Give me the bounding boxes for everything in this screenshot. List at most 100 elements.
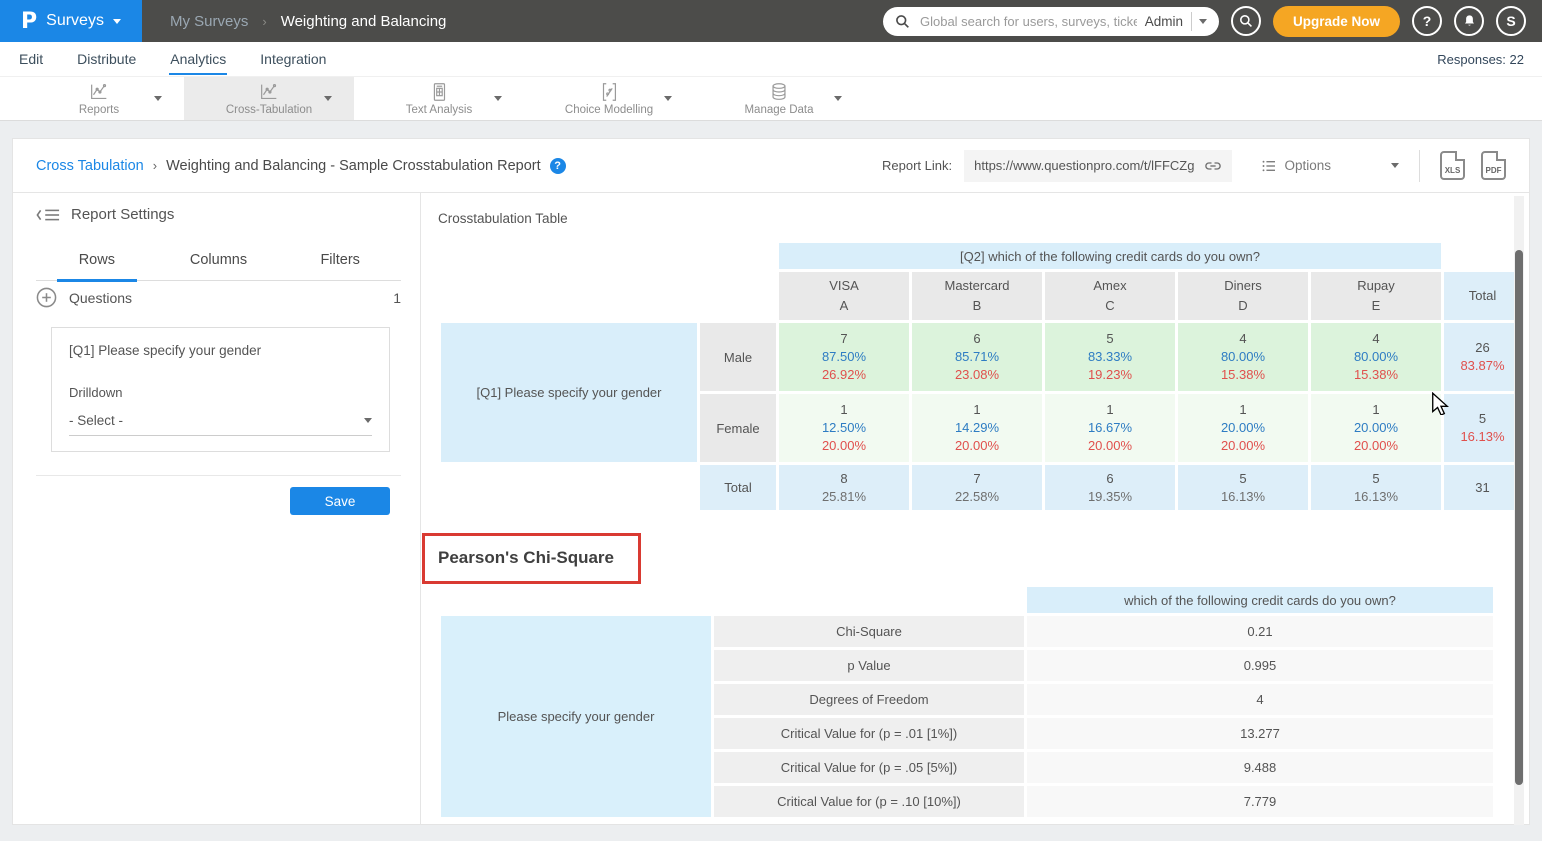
options-menu[interactable]: Options — [1262, 158, 1399, 173]
crosstab-column-header: AmexC — [1045, 272, 1175, 320]
crosstab-cell: 116.67%20.00% — [1045, 394, 1175, 462]
app-logo[interactable]: P Surveys — [0, 0, 142, 42]
cell-percent: 16.13% — [1179, 489, 1307, 504]
cell-row-percent: 20.00% — [1179, 438, 1307, 453]
breadcrumb-separator: › — [262, 14, 266, 29]
nav-item-analytics[interactable]: Analytics — [169, 44, 227, 75]
chi-square-stat-label: Critical Value for (p = .01 [1%]) — [714, 718, 1024, 749]
divider — [1419, 150, 1420, 182]
chi-square-stat-label: Chi-Square — [714, 616, 1024, 647]
help-button[interactable]: ? — [1412, 6, 1442, 36]
cell-count: 5 — [1445, 411, 1520, 426]
cell-percent: 19.35% — [1046, 489, 1174, 504]
line-chart-icon — [87, 81, 111, 103]
questions-label[interactable]: Questions — [69, 290, 132, 306]
chi-square-stat-value: 0.21 — [1027, 616, 1493, 647]
line-chart-icon — [257, 81, 281, 103]
cell-column-percent: 14.29% — [913, 420, 1041, 435]
breadcrumb-my-surveys[interactable]: My Surveys — [170, 13, 248, 30]
crosstab-total-cell: 5 16.13% — [1178, 465, 1308, 510]
nav-item-integration[interactable]: Integration — [259, 44, 327, 75]
notifications-button[interactable] — [1454, 6, 1484, 36]
cell-column-percent: 12.50% — [780, 420, 908, 435]
tab-columns[interactable]: Columns — [158, 242, 280, 280]
export-pdf-button[interactable]: PDF — [1481, 151, 1506, 180]
report-url: https://www.questionpro.com/t/lFFCZg — [974, 158, 1194, 173]
annotation-highlight-box: Pearson's Chi-Square — [422, 533, 641, 584]
chevron-down-icon[interactable] — [664, 96, 672, 101]
cell-count: 1 — [913, 402, 1041, 417]
cell-row-percent: 20.00% — [913, 438, 1041, 453]
help-icon[interactable]: ? — [550, 158, 566, 174]
column-code: C — [1046, 296, 1174, 316]
tab-manage-data[interactable]: Manage Data — [694, 77, 864, 120]
chevron-down-icon[interactable] — [154, 96, 162, 101]
nav-item-distribute[interactable]: Distribute — [76, 44, 137, 75]
cell-count: 7 — [913, 471, 1041, 486]
database-icon — [767, 81, 791, 103]
divider — [36, 475, 401, 476]
document-grid-icon — [427, 81, 451, 103]
crosstab-column-header: DinersD — [1178, 272, 1308, 320]
chevron-down-icon[interactable] — [494, 96, 502, 101]
cell-column-percent: 80.00% — [1179, 349, 1307, 364]
upgrade-now-button[interactable]: Upgrade Now — [1273, 6, 1400, 37]
cell-count: 5 — [1179, 471, 1307, 486]
column-name: Diners — [1179, 276, 1307, 296]
search-button[interactable] — [1231, 6, 1261, 36]
questions-section: Questions 1 — [36, 287, 401, 308]
app-root: { "topbar": { "logo": "P", "product": "S… — [0, 0, 1542, 841]
spacer-cell — [441, 465, 697, 510]
account-button[interactable]: S — [1496, 6, 1526, 36]
cell-row-percent: 20.00% — [780, 438, 908, 453]
tab-filters[interactable]: Filters — [279, 242, 401, 280]
breadcrumb-survey-name: Weighting and Balancing — [281, 13, 447, 30]
tab-reports[interactable]: Reports — [14, 77, 184, 120]
report-main: Crosstabulation Table [Q2] which of the … — [421, 193, 1529, 824]
crosstab-row-label: Male — [700, 323, 776, 391]
breadcrumb-separator: › — [153, 158, 157, 173]
crosstab-cell: 112.50%20.00% — [779, 394, 909, 462]
search-scope-selector[interactable]: Admin — [1145, 14, 1183, 29]
cell-total-percent: 16.13% — [1445, 429, 1520, 444]
question-card[interactable]: [Q1] Please specify your gender Drilldow… — [51, 327, 390, 452]
topbar-actions: Admin Upgrade Now ? S — [883, 6, 1542, 37]
settings-header: Report Settings — [36, 206, 174, 223]
tab-choice-modelling[interactable]: Choice Modelling — [524, 77, 694, 120]
save-button[interactable]: Save — [290, 487, 390, 515]
tab-rows[interactable]: Rows — [36, 242, 158, 280]
cell-column-percent: 20.00% — [1312, 420, 1440, 435]
tab-text-analysis[interactable]: Text Analysis — [354, 77, 524, 120]
chevron-down-icon[interactable] — [834, 96, 842, 101]
cross-tabulation-link[interactable]: Cross Tabulation — [36, 158, 144, 174]
responses-count: Responses: 22 — [1437, 52, 1524, 67]
chi-square-heading: Pearson's Chi-Square — [438, 548, 614, 568]
cell-row-percent: 20.00% — [1312, 438, 1440, 453]
cell-count: 8 — [780, 471, 908, 486]
nav-item-edit[interactable]: Edit — [18, 44, 44, 75]
cell-column-percent: 16.67% — [1046, 420, 1174, 435]
collapse-panel-icon[interactable] — [36, 207, 60, 223]
cell-row-percent: 26.92% — [780, 367, 908, 382]
chevron-down-icon[interactable] — [324, 96, 332, 101]
global-search: Admin — [883, 7, 1219, 36]
spacer-cell — [714, 587, 1024, 613]
search-input[interactable] — [918, 13, 1139, 30]
report-url-box[interactable]: https://www.questionpro.com/t/lFFCZg — [964, 150, 1232, 182]
crosstab-row-total: 5 16.13% — [1444, 394, 1521, 462]
export-xls-button[interactable]: XLS — [1440, 151, 1465, 180]
add-question-icon[interactable] — [36, 287, 57, 308]
drilldown-select[interactable]: - Select - — [69, 413, 372, 436]
crosstab-cell: 1 14.29% 20.00% — [912, 394, 1042, 462]
scrollbar-thumb[interactable] — [1515, 250, 1523, 785]
column-code: A — [780, 296, 908, 316]
spacer-cell — [441, 587, 711, 613]
vertical-scrollbar[interactable] — [1514, 196, 1524, 825]
cell-count: 26 — [1445, 340, 1520, 355]
cell-total-percent: 83.87% — [1445, 358, 1520, 373]
cell-percent: 22.58% — [913, 489, 1041, 504]
column-name: VISA — [780, 276, 908, 296]
tab-cross-tabulation[interactable]: Cross-Tabulation — [184, 77, 354, 120]
chevron-down-icon[interactable] — [1199, 19, 1207, 24]
link-icon — [1204, 159, 1222, 173]
